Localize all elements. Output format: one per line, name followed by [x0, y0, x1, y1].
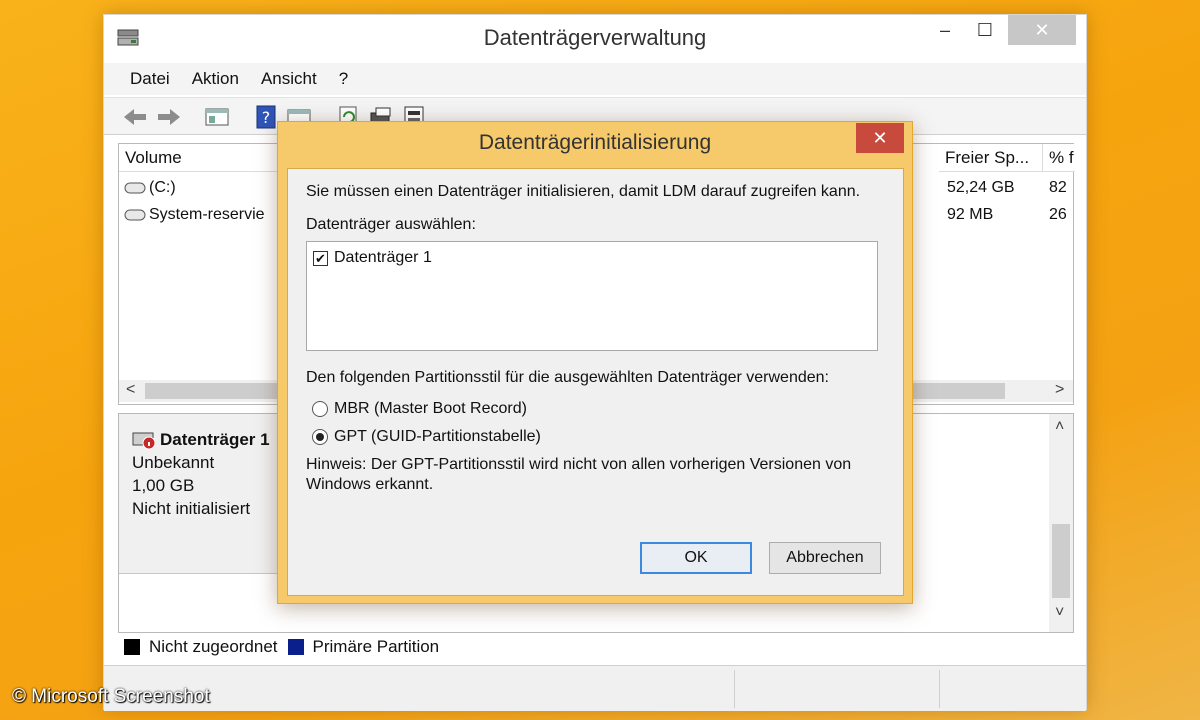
disk-warning-icon	[132, 432, 156, 449]
disk-select-list[interactable]: ✔ Datenträger 1	[306, 241, 878, 351]
dialog-intro-text: Sie müssen einen Datenträger initialisie…	[306, 183, 861, 200]
drive-icon	[124, 209, 146, 221]
partition-legend: Nicht zugeordnet Primäre Partition	[124, 633, 449, 661]
volume-name[interactable]: System-reservie	[149, 206, 277, 224]
volume-name[interactable]: (C:)	[149, 179, 176, 197]
column-volume[interactable]: Volume	[119, 144, 279, 172]
disk-name: Datenträger 1	[160, 430, 270, 449]
scroll-down-arrow[interactable]: ˅	[1055, 604, 1064, 622]
column-free-space[interactable]: Freier Sp...	[939, 144, 1043, 172]
volume-free-space: 52,24 GB	[947, 179, 1015, 196]
column-percent-free[interactable]: % f	[1043, 144, 1075, 172]
svg-text:?: ?	[262, 108, 271, 127]
disk-type: Unbekannt	[132, 453, 215, 472]
title-bar[interactable]: Datenträgerverwaltung – ☐ ✕	[104, 15, 1086, 61]
dialog-close-button[interactable]: ✕	[856, 123, 904, 153]
mbr-radio[interactable]	[312, 401, 328, 417]
status-bar	[104, 665, 1086, 711]
minimize-button[interactable]: –	[926, 15, 964, 45]
menu-aktion[interactable]: Aktion	[192, 69, 239, 89]
scroll-right-arrow[interactable]: >	[1055, 381, 1064, 399]
legend-primary-partition: Primäre Partition	[287, 637, 440, 657]
legend-swatch	[124, 639, 140, 655]
note-text-line2: Windows erkannt.	[306, 476, 434, 493]
scrollbar-thumb[interactable]	[1052, 524, 1070, 598]
disk-status: Nicht initialisiert	[132, 499, 251, 518]
maximize-button[interactable]: ☐	[966, 15, 1004, 45]
disk-checkbox[interactable]: ✔	[313, 251, 328, 266]
initialize-disk-dialog: Datenträgerinitialisierung ✕ Sie müssen …	[277, 121, 913, 604]
back-arrow-icon[interactable]	[122, 105, 148, 129]
mbr-option-label[interactable]: MBR (Master Boot Record)	[334, 400, 527, 418]
forward-arrow-icon[interactable]	[156, 105, 182, 129]
menu-ansicht[interactable]: Ansicht	[261, 69, 317, 89]
drive-icon	[124, 182, 146, 194]
volume-free-space: 92 MB	[947, 206, 994, 223]
gpt-radio[interactable]	[312, 429, 328, 445]
volume-percent-free: 26	[1049, 206, 1067, 223]
status-separator	[939, 670, 940, 708]
scroll-up-arrow[interactable]: ˄	[1055, 418, 1064, 436]
dialog-body: Sie müssen einen Datenträger initialisie…	[287, 168, 904, 596]
menu-bar: Datei Aktion Ansicht ?	[104, 63, 1086, 95]
menu-help[interactable]: ?	[339, 69, 348, 89]
partition-style-label: Den folgenden Partitionsstil für die aus…	[306, 369, 829, 386]
close-button[interactable]: ✕	[1008, 15, 1076, 45]
legend-label: Primäre Partition	[312, 637, 440, 656]
gpt-option-label[interactable]: GPT (GUID-Partitionstabelle)	[334, 428, 541, 446]
note-text-line1: Hinweis: Der GPT-Partitionsstil wird nic…	[306, 456, 852, 473]
ok-button[interactable]: OK	[640, 542, 752, 574]
disk-size: 1,00 GB	[132, 476, 195, 495]
volume-percent-free: 82	[1049, 179, 1067, 196]
screenshot-watermark: © Microsoft Screenshot	[12, 686, 210, 707]
dialog-title: Datenträgerinitialisierung	[478, 131, 712, 154]
legend-unallocated: Nicht zugeordnet	[124, 637, 278, 657]
menu-datei[interactable]: Datei	[130, 69, 170, 89]
legend-swatch	[287, 639, 304, 655]
disk-list-item[interactable]: Datenträger 1	[334, 249, 432, 267]
cancel-button[interactable]: Abbrechen	[769, 542, 881, 574]
vertical-scrollbar[interactable]: ˄ ˅	[1049, 414, 1073, 632]
scroll-left-arrow[interactable]: <	[126, 381, 135, 399]
disk-info-card[interactable]: Datenträger 1 Unbekannt 1,00 GB Nicht in…	[119, 414, 279, 574]
status-separator	[734, 670, 735, 708]
select-disk-label: Datenträger auswählen:	[306, 216, 476, 233]
console-tree-icon[interactable]	[204, 105, 230, 129]
legend-label: Nicht zugeordnet	[149, 637, 278, 656]
